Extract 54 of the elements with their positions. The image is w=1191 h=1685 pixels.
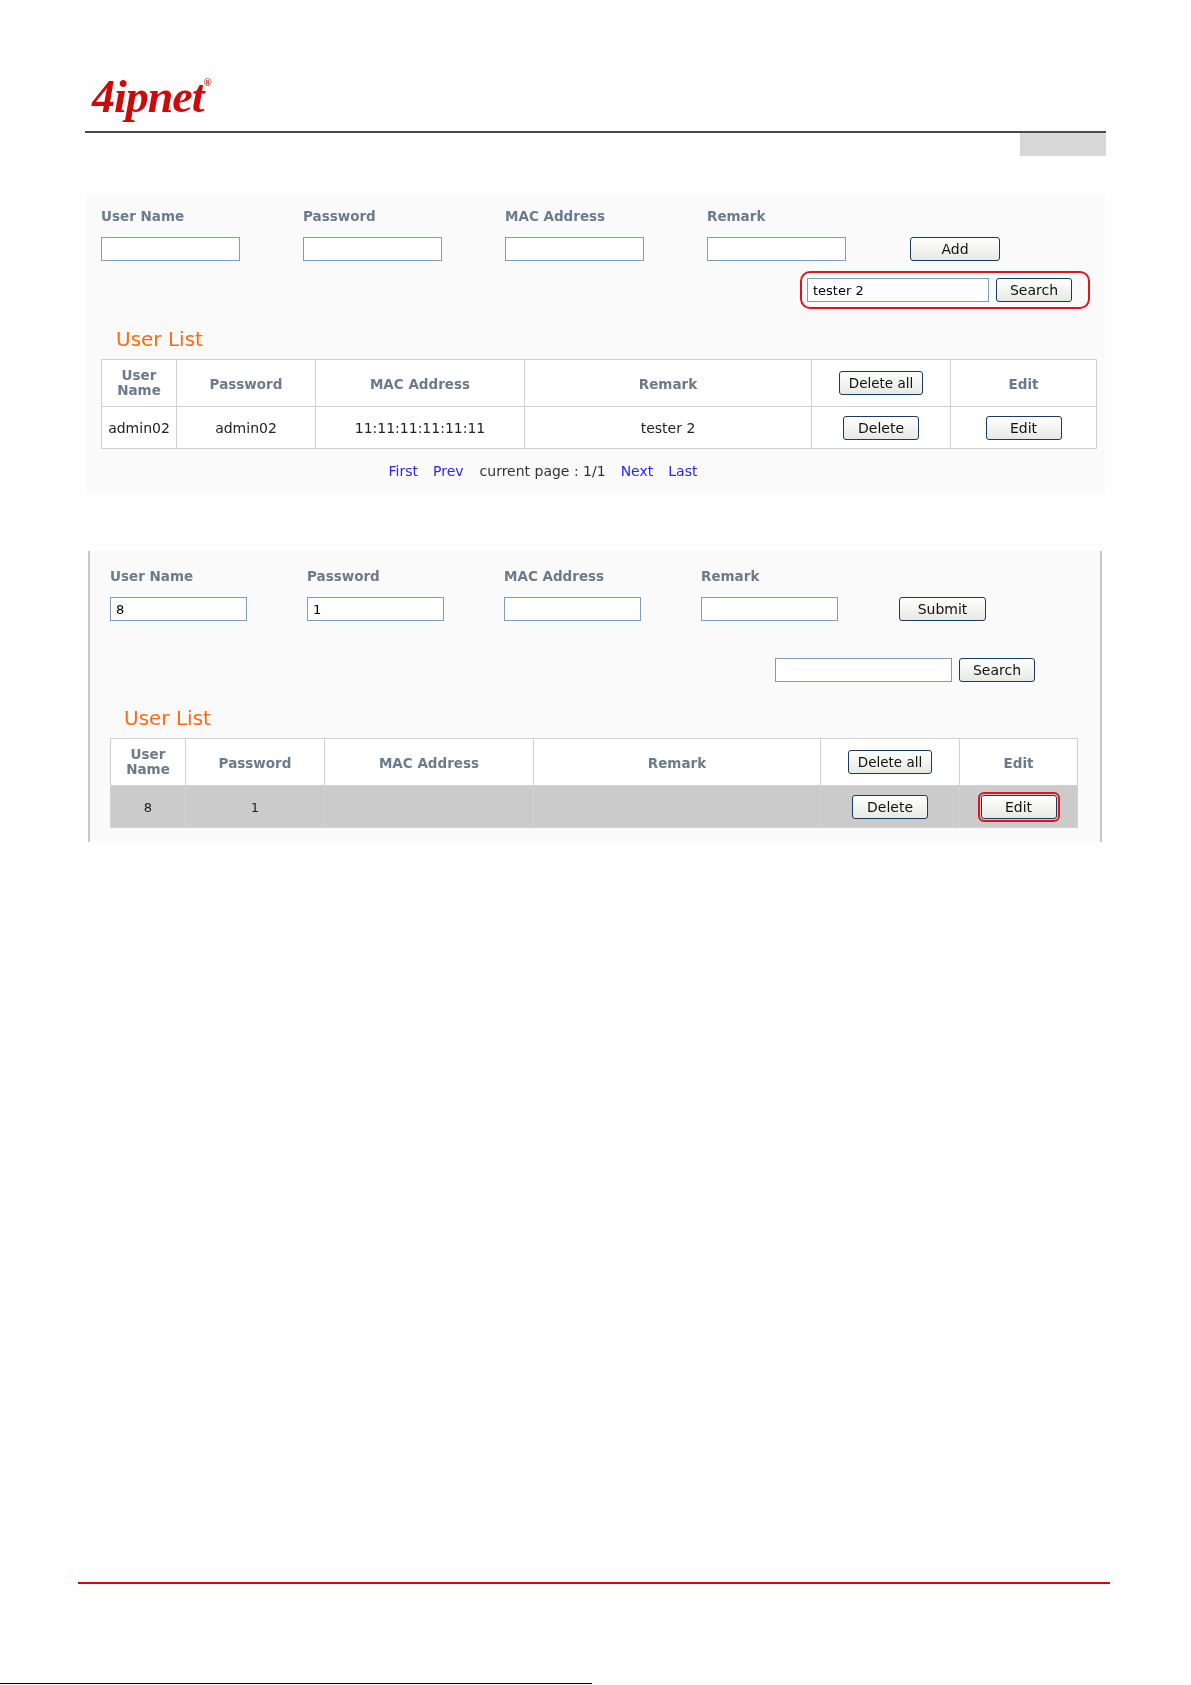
logo: 4ipnet$^{®}$ [92,70,211,123]
column-header: Password [218,755,292,771]
input-field[interactable]: 8 [110,597,247,621]
column-header: Remark [638,376,698,392]
field-label: Password [307,568,380,584]
table-row[interactable]: admin02 admin02 11:11:11:11:11:11 tester 2 Delete Edit [101,406,1097,449]
field-label: Password [303,208,376,224]
input-field[interactable] [504,597,641,621]
action-button[interactable]: Add [910,237,1000,261]
field-label: User Name [101,208,185,224]
input-field[interactable] [707,237,846,261]
column-header: Remark [647,755,707,771]
column-header: MAC Address [369,376,471,392]
input-field[interactable] [101,237,240,261]
page-link[interactable]: Prev [433,463,464,479]
list-title: User List [124,706,211,730]
table-cell: tester 2 [640,420,696,436]
column-header: Password [209,376,283,392]
page-link[interactable]: First [388,463,418,479]
search-field[interactable]: tester 2 [807,278,989,302]
list-title: User List [116,327,203,351]
input-field[interactable]: 1 [307,597,444,621]
delete-button[interactable]: Delete [852,794,928,819]
column-header: MAC Address [378,755,480,771]
search-button[interactable]: Search [959,658,1035,682]
table-cell: admin02 [108,420,170,436]
page-link[interactable]: Last [668,463,698,479]
page-indicator: current page : 1/1 [478,463,606,479]
table-row[interactable]: 8 1 Delete Edit [110,785,1078,828]
column-header: User Name [116,367,162,398]
table-cell: admin02 [215,420,277,436]
input-field[interactable] [505,237,644,261]
edit-button[interactable]: Edit [980,794,1057,819]
edit-button[interactable]: Edit [985,415,1062,440]
table-cell: 1 [250,800,260,815]
table-cell: 11:11:11:11:11:11 [354,420,486,436]
search-button[interactable]: Search [996,278,1072,302]
column-header: Edit [1003,755,1034,771]
delete-button[interactable]: Delete [843,415,919,440]
field-label: User Name [110,568,194,584]
delete-all-button[interactable]: Delete all [839,371,923,395]
column-header: User Name [125,746,171,777]
field-label: MAC Address [505,208,606,224]
action-button[interactable]: Submit [899,597,986,621]
field-label: Remark [701,568,760,584]
input-field[interactable] [303,237,442,261]
delete-all-button[interactable]: Delete all [848,750,932,774]
input-field[interactable] [701,597,838,621]
page-link[interactable]: Next [620,463,654,479]
column-header: Edit [1008,376,1039,392]
field-label: MAC Address [504,568,605,584]
search-field[interactable] [775,658,952,682]
field-label: Remark [707,208,766,224]
table-cell: 8 [143,800,153,815]
